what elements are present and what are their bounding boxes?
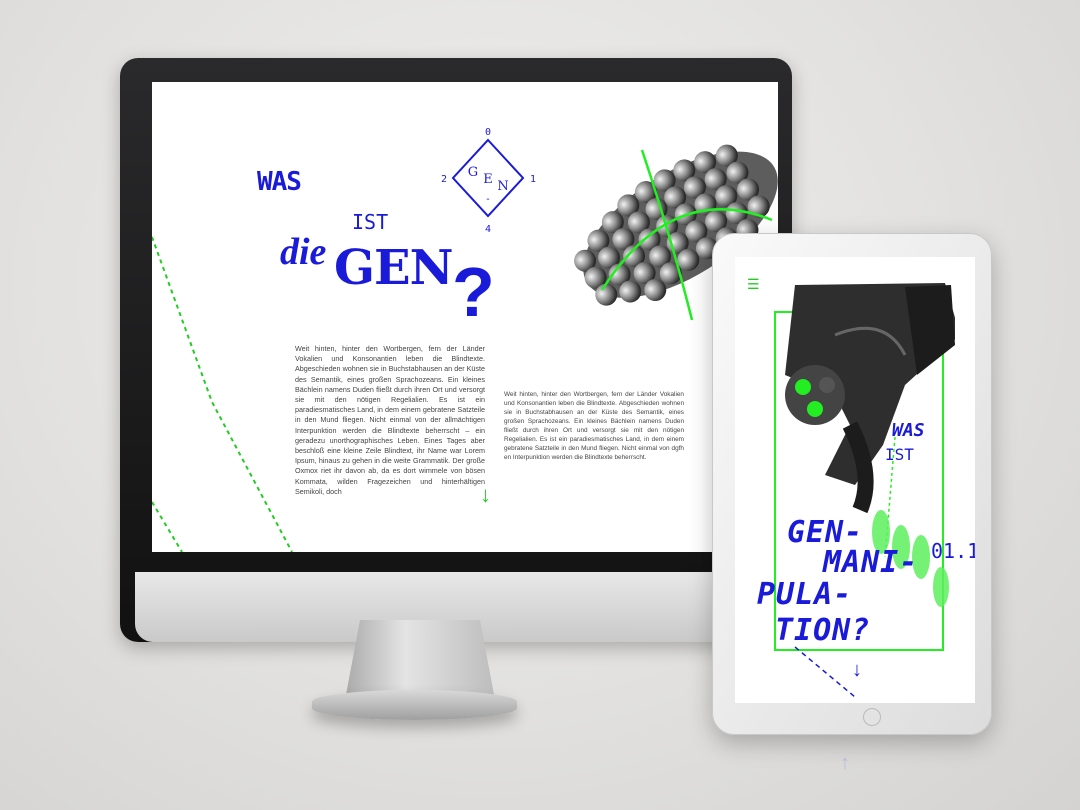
tablet-heading-was: WAS xyxy=(892,420,925,441)
desktop-screen: WAS IST die GEN ? 0 2 1 4 G E N - Weit h… xyxy=(152,82,778,552)
tablet-heading-ist: IST xyxy=(885,445,914,464)
monitor-stand-neck xyxy=(345,620,495,700)
heading-question-mark: ? xyxy=(452,253,495,331)
tablet-screen: ☰ WAS IST GEN- MANI- PULA- TION? 01.1 ↓ xyxy=(735,257,975,703)
heading-die: die xyxy=(280,231,327,273)
svg-text:0: 0 xyxy=(485,127,491,138)
body-text-column-2: Weit hinten, hinter den Wortbergen, fern… xyxy=(504,391,684,461)
body-text-column-1: Weit hinten, hinter den Wortbergen, fern… xyxy=(295,344,485,496)
svg-text:N: N xyxy=(497,179,508,194)
svg-text:G: G xyxy=(468,165,478,180)
gen-diamond-logo: 0 2 1 4 G E N - xyxy=(441,127,536,235)
svg-text:E: E xyxy=(483,172,493,187)
svg-text:1: 1 xyxy=(530,174,536,185)
tablet-title-line-2: MANI- xyxy=(823,545,919,580)
monitor-stand-base xyxy=(312,690,517,720)
svg-text:-: - xyxy=(486,194,489,205)
menu-icon[interactable]: ☰ xyxy=(747,277,760,291)
section-number: 01.1 xyxy=(931,539,975,563)
tablet-home-button[interactable] xyxy=(863,708,881,726)
heading-was: WAS xyxy=(257,167,302,197)
scroll-down-arrow-icon[interactable]: ↓ xyxy=(480,482,491,508)
heading-gen: GEN xyxy=(334,240,453,296)
svg-text:2: 2 xyxy=(441,174,447,185)
tablet-scroll-down-arrow-icon[interactable]: ↓ xyxy=(852,659,862,682)
heading-ist: IST xyxy=(352,210,389,234)
tablet-title-line-3: PULA- xyxy=(757,577,853,612)
revolver-icon xyxy=(785,283,955,514)
svg-text:4: 4 xyxy=(485,224,491,235)
tablet-title-line-4: TION? xyxy=(775,613,871,648)
reflection-arrow-icon: ↑ xyxy=(840,752,850,774)
